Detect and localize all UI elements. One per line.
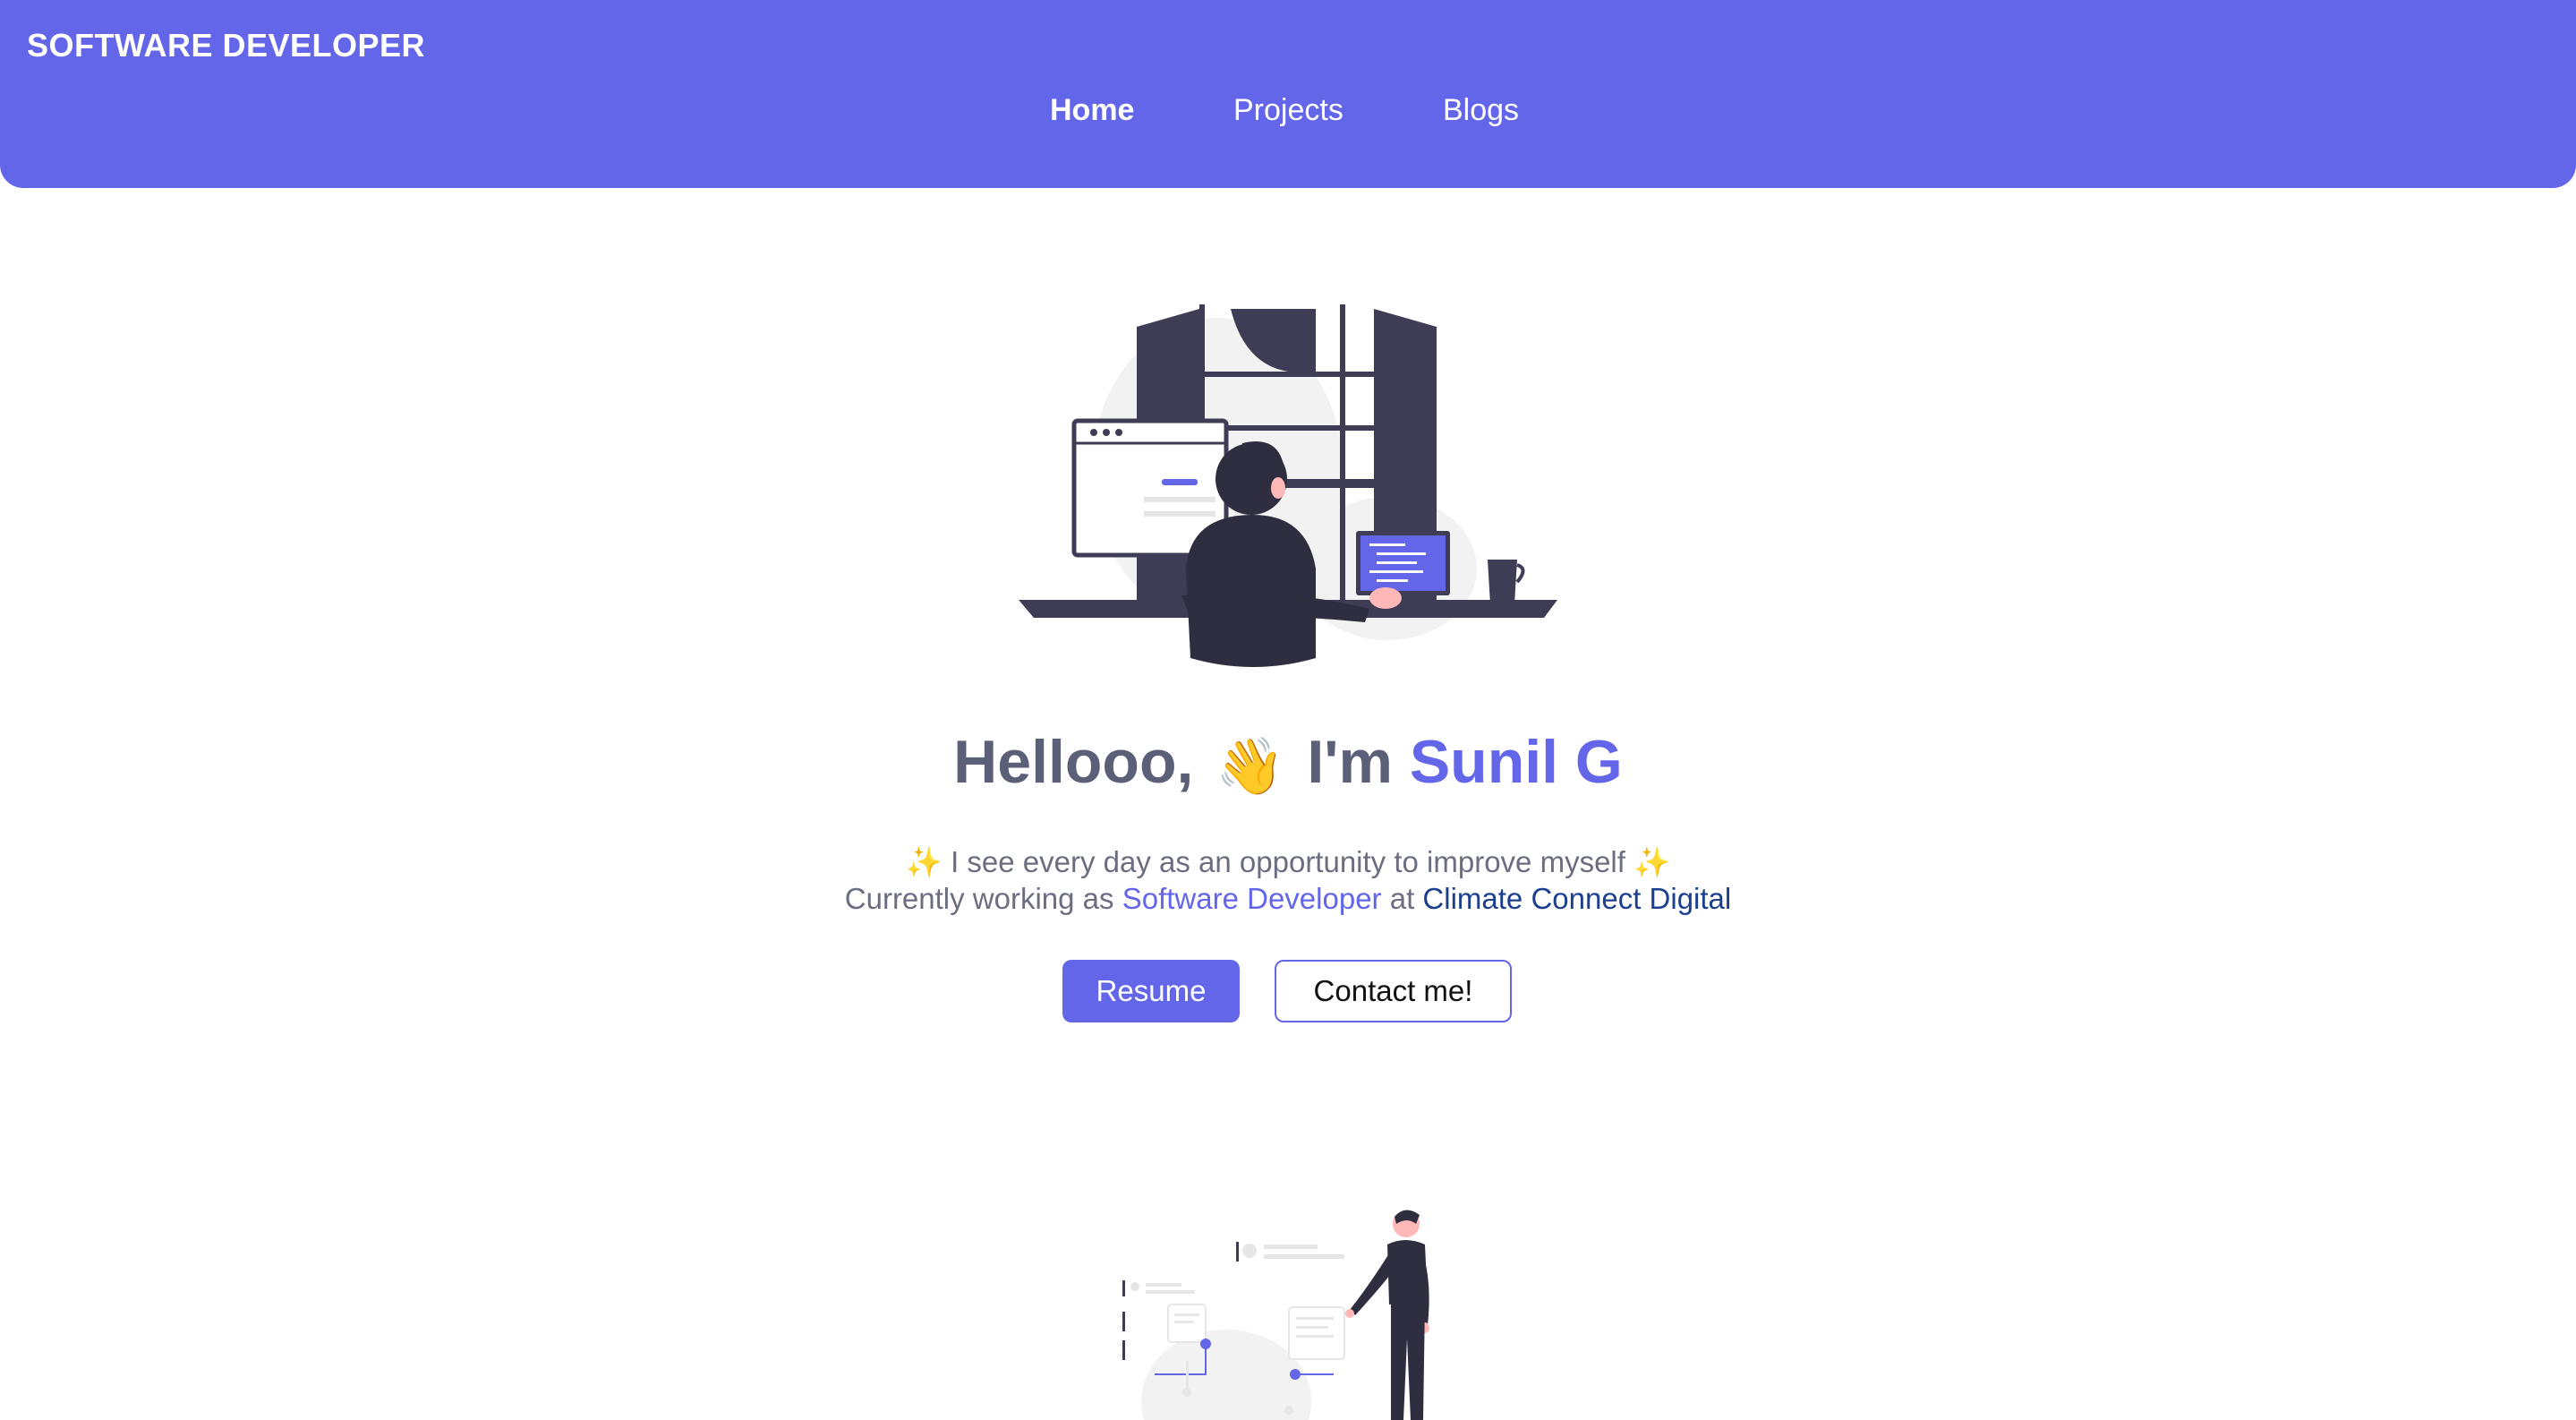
greeting-mid: I'm xyxy=(1307,728,1393,796)
person-legs xyxy=(1391,1303,1425,1420)
window-bar-top xyxy=(1199,372,1374,377)
developer-at-desk-illustration xyxy=(1019,304,1557,667)
greeting-prefix: Hellooo, xyxy=(953,728,1194,796)
hero-tagline: ✨ I see every day as an opportunity to i… xyxy=(0,845,2576,880)
person-ear xyxy=(1271,477,1285,499)
sparkle-icon: ✨ xyxy=(1633,845,1671,878)
tagline-text: I see every day as an opportunity to imp… xyxy=(951,845,1625,878)
nav-blogs[interactable]: Blogs xyxy=(1443,93,1519,128)
resume-button[interactable]: Resume xyxy=(1062,960,1240,1022)
sparkle-icon: ✨ xyxy=(905,845,943,878)
work-prefix: Currently working as xyxy=(844,882,1114,915)
person-hand xyxy=(1369,587,1402,609)
company-link[interactable]: Climate Connect Digital xyxy=(1422,882,1731,915)
nav-home[interactable]: Home xyxy=(1050,93,1134,128)
waving-hand-icon: 👋 xyxy=(1215,735,1285,798)
hero-name: Sunil G xyxy=(1409,728,1623,796)
main-nav: Home Projects Blogs xyxy=(0,93,2576,138)
contact-button[interactable]: Contact me! xyxy=(1275,960,1512,1022)
flowchart-node xyxy=(1290,1369,1301,1380)
hero-greeting: Hellooo, 👋 I'm Sunil G xyxy=(0,727,2576,800)
nav-projects[interactable]: Projects xyxy=(1233,93,1343,128)
work-at: at xyxy=(1389,882,1415,915)
person-body xyxy=(1186,515,1316,667)
monitor-stand xyxy=(1137,555,1164,582)
brand-title[interactable]: SOFTWARE DEVELOPER xyxy=(27,27,425,64)
mug xyxy=(1488,560,1517,604)
current-work-line: Currently working as Software Developer … xyxy=(0,882,2576,916)
window-bar-vertical xyxy=(1340,304,1345,600)
flowchart-node xyxy=(1200,1339,1211,1349)
role-link[interactable]: Software Developer xyxy=(1122,882,1382,915)
person-with-flowchart-illustration xyxy=(1122,1210,1429,1420)
top-navbar: SOFTWARE DEVELOPER Home Projects Blogs xyxy=(0,0,2576,188)
